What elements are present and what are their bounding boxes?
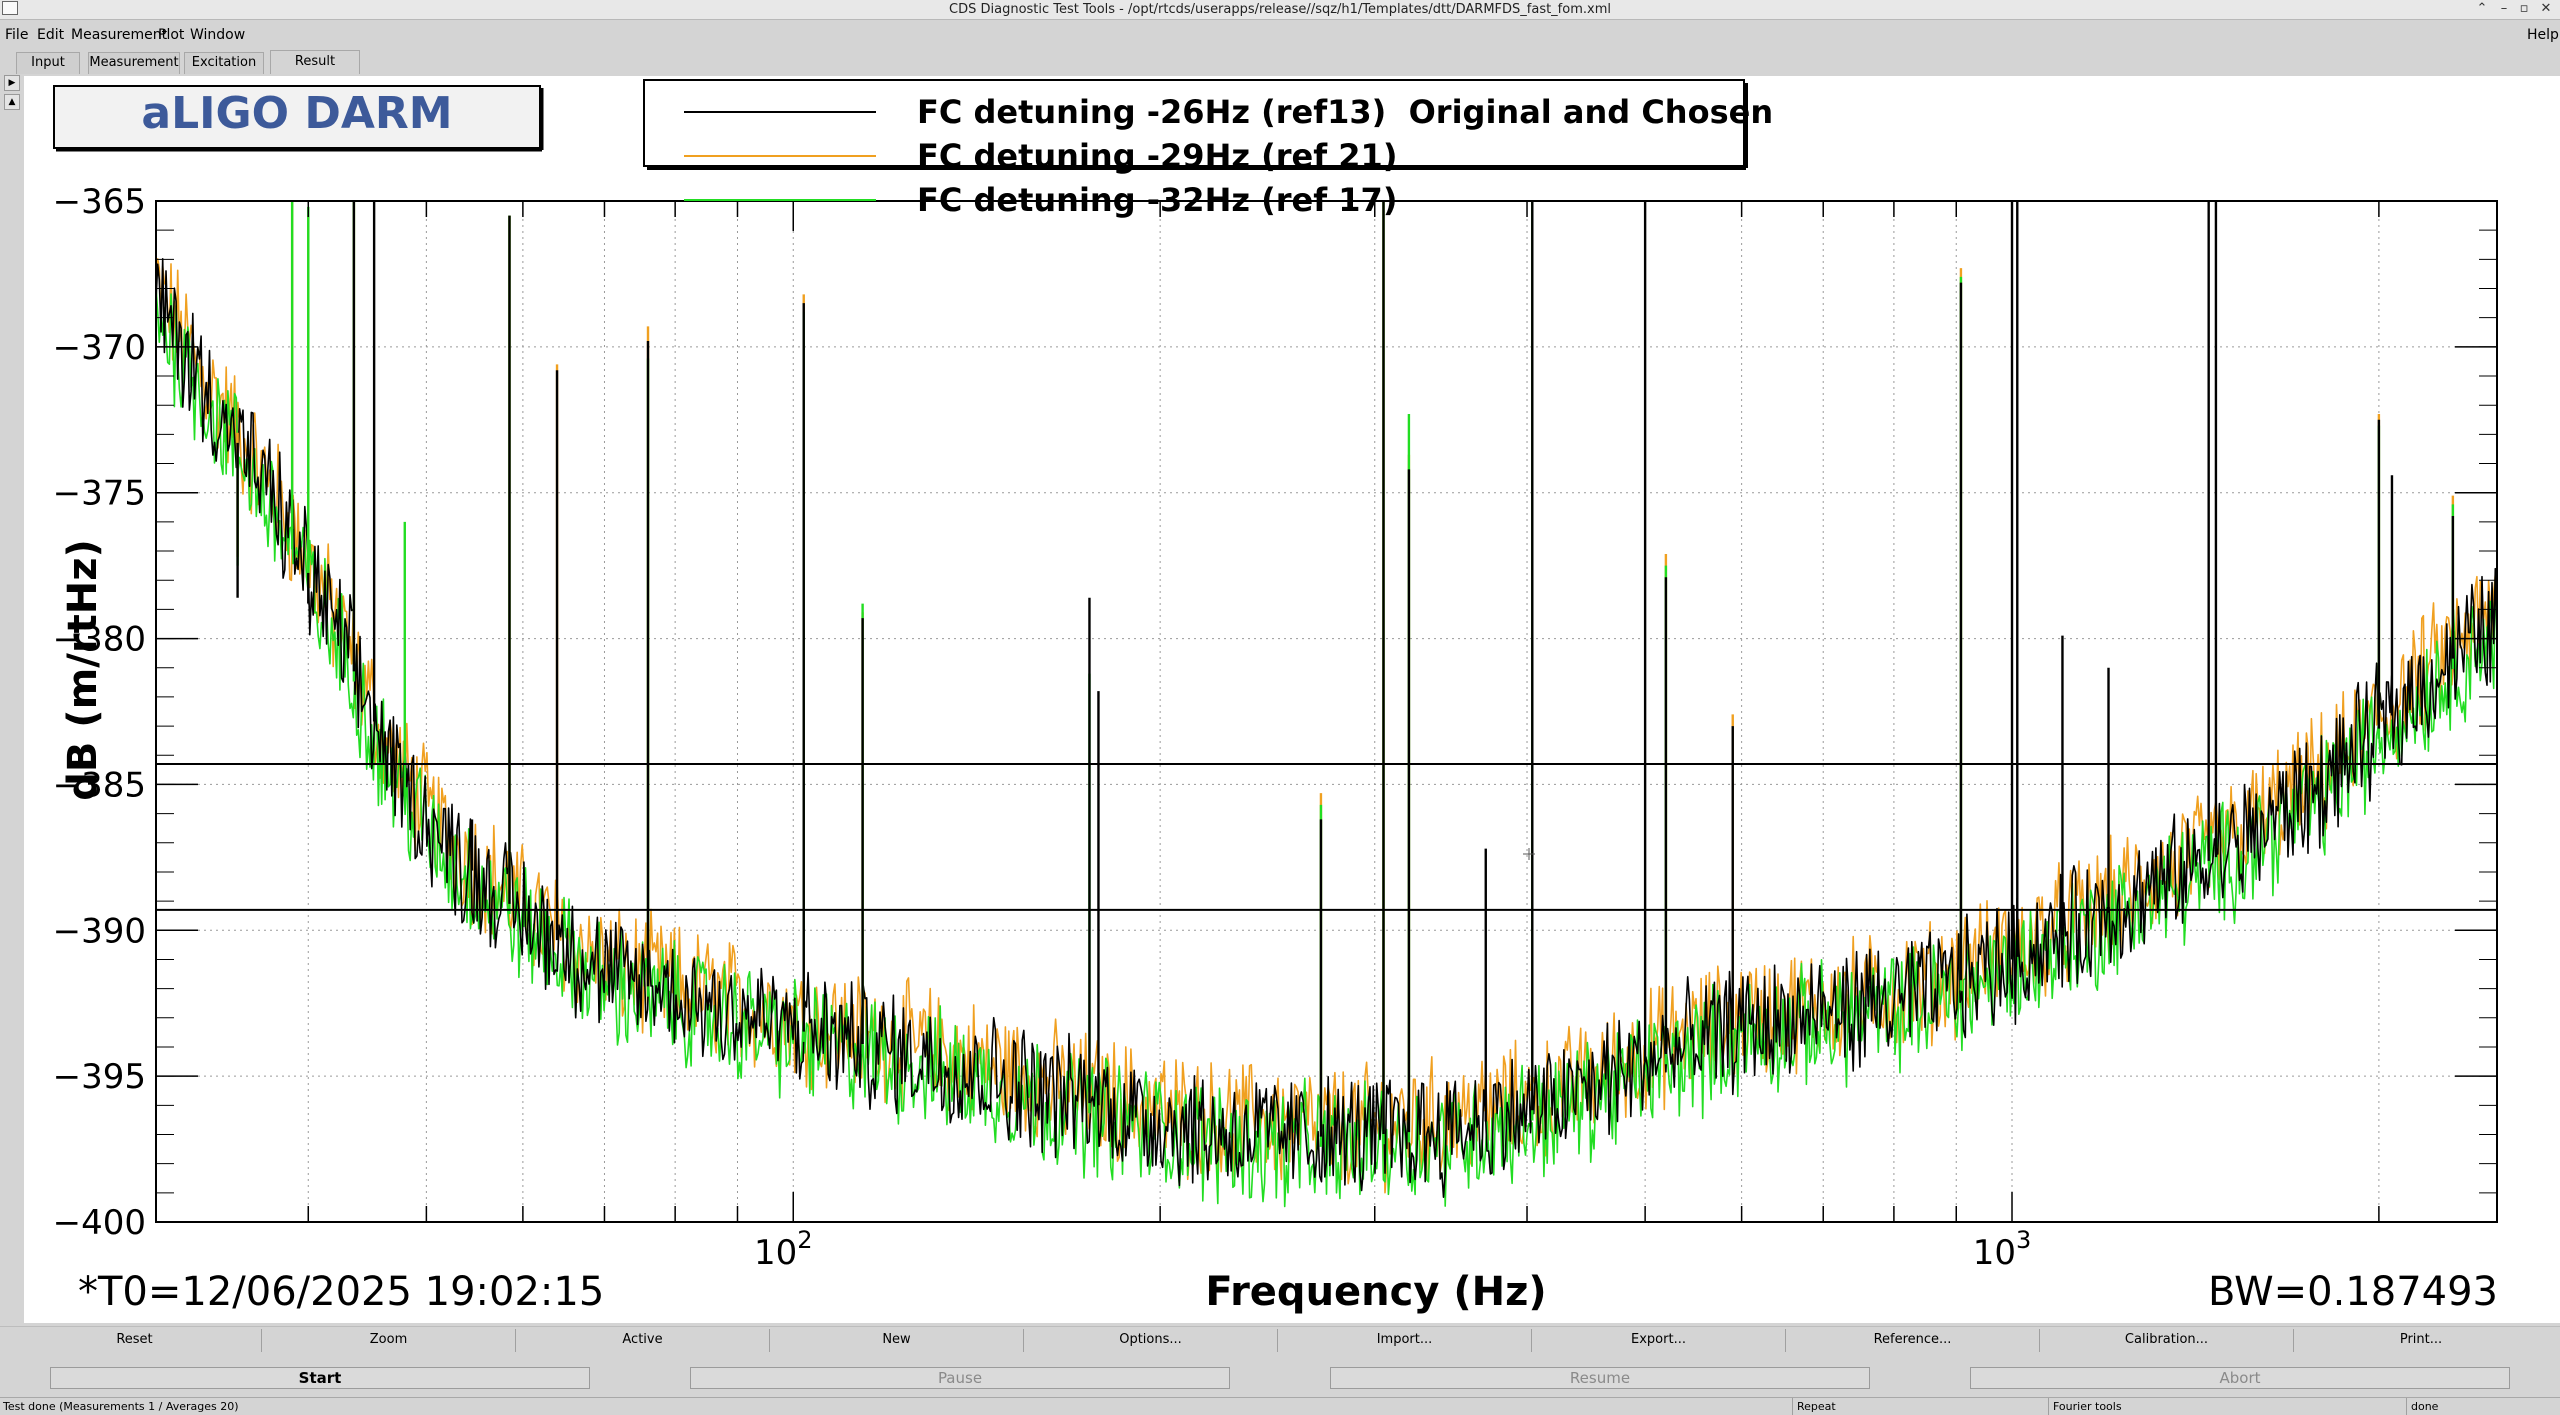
abort-button[interactable]: Abort bbox=[1970, 1367, 2510, 1389]
menu-file[interactable]: File bbox=[5, 27, 28, 43]
dtt-window: CDS Diagnostic Test Tools - /opt/rtcds/u… bbox=[0, 0, 2560, 1415]
status-message: Test done (Measurements 1 / Averages 20) bbox=[3, 1400, 239, 1413]
active-button[interactable]: Active bbox=[516, 1329, 770, 1352]
menu-measurement[interactable]: Measurement bbox=[71, 27, 167, 43]
import-button[interactable]: Import... bbox=[1278, 1329, 1532, 1352]
plot-button-bar: Reset Zoom Active New Options... Import.… bbox=[0, 1326, 2560, 1353]
menu-help[interactable]: Help bbox=[2527, 27, 2559, 43]
status-bar: Test done (Measurements 1 / Averages 20)… bbox=[0, 1397, 2560, 1415]
plot-grid bbox=[155, 200, 2497, 1223]
y-axis-label: dB (m/rtHz) bbox=[60, 539, 106, 801]
menu-plot[interactable]: Plot bbox=[158, 27, 184, 43]
y-tick-label: −400 bbox=[53, 1203, 146, 1243]
spikes bbox=[236, 201, 2455, 1147]
traces bbox=[155, 258, 2498, 1208]
x-axis-label: Frequency (Hz) bbox=[1205, 1269, 1546, 1315]
spectrum-plot[interactable]: aLIGO DARM −365−370−375−380−385−390−395−… bbox=[24, 76, 2560, 1323]
pause-button[interactable]: Pause bbox=[690, 1367, 1230, 1389]
window-title: CDS Diagnostic Test Tools - /opt/rtcds/u… bbox=[949, 2, 1611, 17]
status-tools: Fourier tools bbox=[2053, 1400, 2122, 1413]
y-tick-label: −375 bbox=[53, 474, 146, 514]
pad-prev-icon[interactable]: ▲ bbox=[4, 94, 20, 110]
tab-excitation[interactable]: Excitation bbox=[184, 52, 264, 74]
maximize-button[interactable]: ▫ bbox=[2516, 1, 2532, 17]
tab-result[interactable]: Result bbox=[270, 50, 360, 74]
plot-frame bbox=[155, 200, 2498, 1223]
minimize-icon[interactable]: ⌃ bbox=[2474, 1, 2490, 17]
tab-measurement[interactable]: Measurement bbox=[88, 52, 180, 74]
options-button[interactable]: Options... bbox=[1024, 1329, 1278, 1352]
start-button[interactable]: Start bbox=[50, 1367, 590, 1389]
menu-window[interactable]: Window bbox=[190, 27, 245, 43]
menu-edit[interactable]: Edit bbox=[37, 27, 64, 43]
reference-button[interactable]: Reference... bbox=[1786, 1329, 2040, 1352]
banner-title: aLIGO DARM bbox=[141, 88, 452, 139]
y-tick-label: −390 bbox=[53, 911, 146, 951]
t0-timestamp: *T0=12/06/2025 19:02:15 bbox=[78, 1269, 604, 1315]
calibration-button[interactable]: Calibration... bbox=[2040, 1329, 2294, 1352]
close-icon[interactable]: ✕ bbox=[2538, 1, 2554, 17]
new-button[interactable]: New bbox=[770, 1329, 1024, 1352]
plot-pad[interactable]: aLIGO DARM −365 −370 −375 −380 −385 −390 −395−… bbox=[24, 76, 2560, 1323]
legend-label-0: FC detuning -26Hz (ref13) Original and C… bbox=[917, 93, 1773, 131]
legend-label-2: FC detuning -32Hz (ref 17) bbox=[917, 181, 1397, 219]
y-tick-label: −365 bbox=[53, 182, 146, 222]
y-tick-label: −395 bbox=[53, 1057, 146, 1097]
y-tick-label: −370 bbox=[53, 328, 146, 368]
series-line-0 bbox=[155, 258, 2498, 1198]
reset-button[interactable]: Reset bbox=[8, 1329, 262, 1352]
series-line-2 bbox=[155, 287, 2498, 1208]
pad-nav: ▶ ▲ bbox=[4, 75, 22, 113]
run-button-bar: Start Pause Resume Abort bbox=[0, 1365, 2560, 1393]
bandwidth-label: BW=0.187493 bbox=[2208, 1269, 2498, 1315]
print-button[interactable]: Print... bbox=[2294, 1329, 2548, 1352]
legend[interactable]: FC detuning -26Hz (ref13) Original and C… bbox=[643, 79, 1773, 219]
tab-input[interactable]: Input bbox=[16, 52, 80, 74]
legend-label-1: FC detuning -29Hz (ref 21) bbox=[917, 137, 1397, 175]
title-bar: CDS Diagnostic Test Tools - /opt/rtcds/u… bbox=[0, 0, 2560, 20]
tab-bar: Input Measurement Excitation Result bbox=[0, 50, 2560, 74]
pad-next-icon[interactable]: ▶ bbox=[4, 75, 20, 91]
x-tick-label: 103 bbox=[1973, 1226, 2032, 1273]
zoom-button[interactable]: Zoom bbox=[262, 1329, 516, 1352]
resume-button[interactable]: Resume bbox=[1330, 1367, 1870, 1389]
export-button[interactable]: Export... bbox=[1532, 1329, 1786, 1352]
series-line-1 bbox=[155, 258, 2498, 1194]
x-tick-label: 102 bbox=[754, 1226, 813, 1273]
menu-bar: File Edit Measurement Plot Window Help bbox=[0, 22, 2560, 48]
window-minimize-button[interactable]: – bbox=[2496, 1, 2512, 17]
status-repeat: Repeat bbox=[1797, 1400, 1836, 1413]
status-state: done bbox=[2411, 1400, 2439, 1413]
